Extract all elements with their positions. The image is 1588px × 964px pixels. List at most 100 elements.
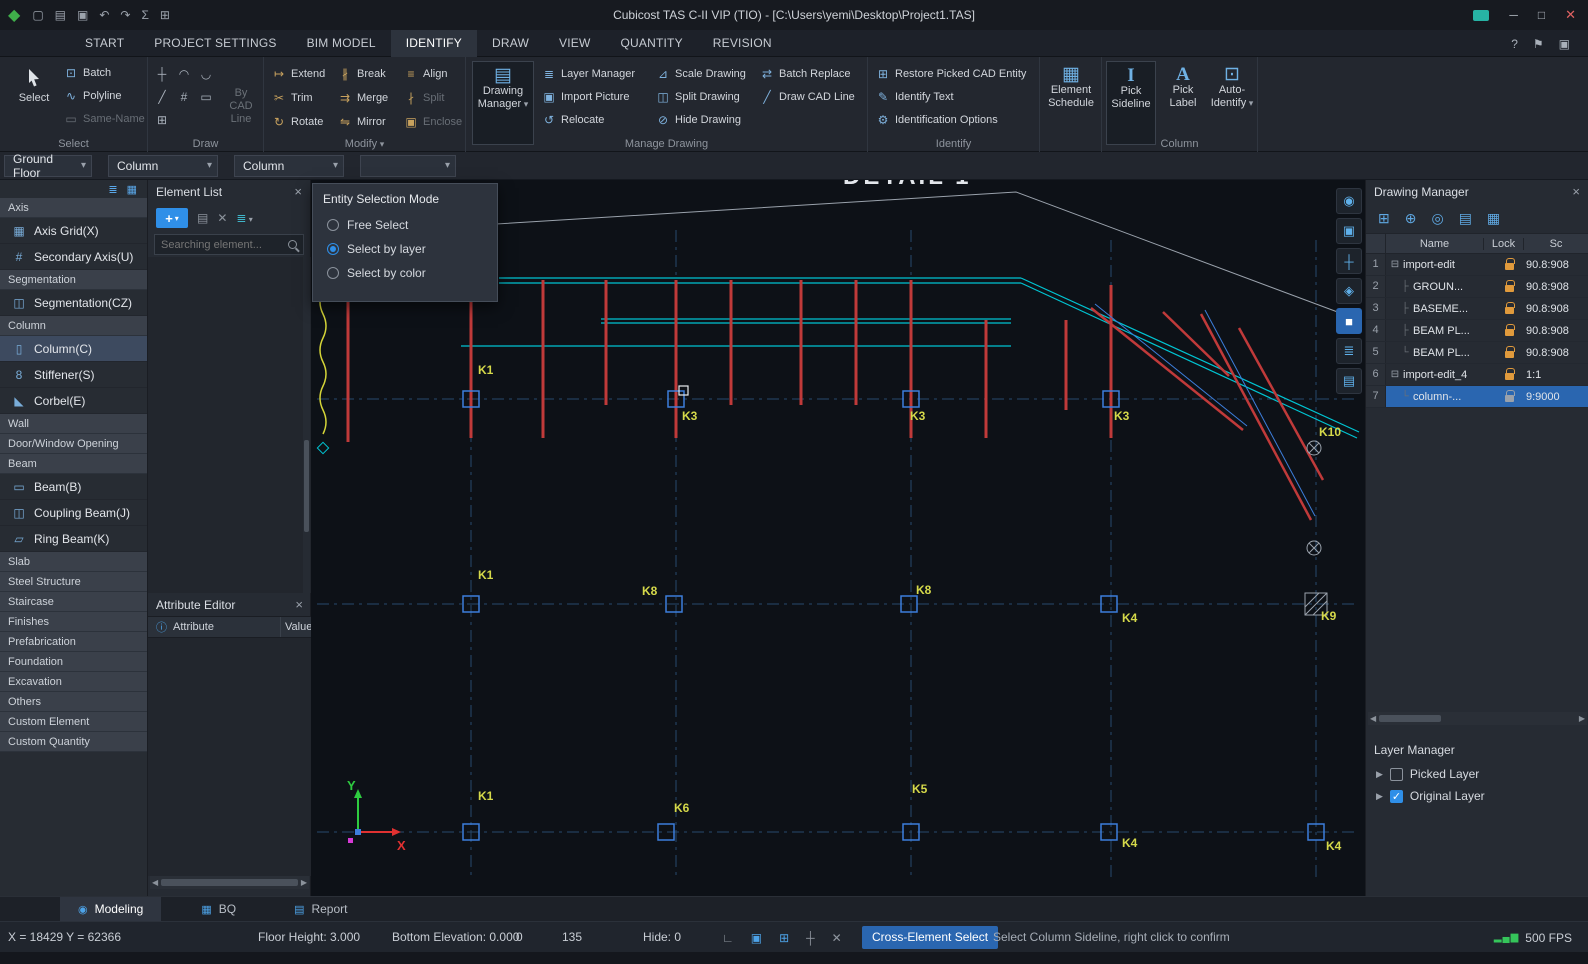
feedback-chat-icon[interactable]: [1473, 10, 1489, 21]
preview-eye-icon[interactable]: ◉: [1336, 188, 1362, 214]
lock-icon[interactable]: [1492, 304, 1526, 314]
context-dropdown[interactable]: Ground Floor: [4, 155, 92, 177]
selection-mode-option[interactable]: Select by color: [313, 261, 497, 285]
ribbon-tab[interactable]: REVISION: [698, 30, 787, 57]
rename-icon[interactable]: ▤: [1459, 210, 1472, 227]
workspace-tab[interactable]: ▤ Report: [276, 897, 365, 921]
manage-icon[interactable]: ▦: [1487, 210, 1500, 227]
sidebar-item[interactable]: # Secondary Axis(U): [0, 244, 147, 270]
expand-arrow-icon[interactable]: ▶: [1376, 769, 1383, 780]
select-button[interactable]: Select: [8, 61, 60, 131]
tree-expander-icon[interactable]: └: [1399, 391, 1411, 402]
redo-icon[interactable]: ↷: [120, 8, 130, 22]
drawing-row[interactable]: 7 └ column-... 9:9000: [1366, 386, 1588, 408]
tree-expander-icon[interactable]: └: [1399, 347, 1411, 358]
scroll-left-icon[interactable]: ◀: [1370, 714, 1376, 723]
drawing-row[interactable]: 4 ├ BEAM PL... 90.8:908: [1366, 320, 1588, 342]
layer-item[interactable]: ▶ Picked Layer: [1366, 763, 1588, 785]
close-icon[interactable]: ×: [1572, 184, 1580, 199]
group-label[interactable]: Modify: [264, 138, 465, 150]
sidebar-item[interactable]: ▯ Column(C): [0, 336, 147, 362]
context-dropdown[interactable]: [360, 155, 456, 177]
scroll-right-icon[interactable]: ▶: [1579, 714, 1585, 723]
layer-checkbox[interactable]: [1390, 790, 1403, 803]
ribbon-tab[interactable]: BIM MODEL: [292, 30, 391, 57]
draw-arc-icon[interactable]: ◠: [178, 67, 190, 81]
identify-tool-button[interactable]: ⚙ Identification Options: [876, 108, 1026, 131]
modify-tool-button[interactable]: ▣ Enclose: [404, 110, 466, 133]
sidebar-item[interactable]: Axis: [0, 198, 147, 218]
drawing-row[interactable]: 5 └ BEAM PL... 90.8:908: [1366, 342, 1588, 364]
sidebar-item[interactable]: Custom Quantity: [0, 732, 147, 752]
identify-tool-button[interactable]: ✎ Identify Text: [876, 85, 1026, 108]
sidebar-item[interactable]: Others: [0, 692, 147, 712]
sidebar-item[interactable]: Slab: [0, 552, 147, 572]
modify-tool-button[interactable]: ↦ Extend: [272, 62, 338, 85]
maximize-button[interactable]: □: [1538, 8, 1545, 22]
tile-view-icon[interactable]: ▦: [127, 183, 137, 196]
scrollbar-thumb[interactable]: [304, 440, 309, 532]
sidebar-item[interactable]: 8 Stiffener(S): [0, 362, 147, 388]
minimize-button[interactable]: ─: [1509, 8, 1518, 22]
drawing-row[interactable]: 2 ├ GROUN... 90.8:908: [1366, 276, 1588, 298]
sidebar-item[interactable]: Custom Element: [0, 712, 147, 732]
scrollbar-thumb[interactable]: [161, 879, 298, 886]
drawing-sheet-icon[interactable]: ▤: [1336, 368, 1362, 394]
undo-icon[interactable]: ↶: [99, 8, 109, 22]
context-dropdown[interactable]: Column: [108, 155, 218, 177]
draw-line-icon[interactable]: ╱: [156, 90, 168, 104]
search-input[interactable]: [161, 239, 284, 251]
sidebar-item[interactable]: ◫ Segmentation(CZ): [0, 290, 147, 316]
ribbon-flag-icon[interactable]: ⚑: [1533, 37, 1544, 51]
pick-label-button[interactable]: A Pick Label: [1160, 61, 1206, 145]
manage-tool-button[interactable]: ≣ Layer Manager: [542, 62, 635, 85]
manage-tool-button[interactable]: ▣ Import Picture: [542, 85, 635, 108]
layer-filter-icon[interactable]: ≣: [236, 211, 252, 225]
ribbon-tab[interactable]: IDENTIFY: [391, 30, 477, 57]
layer-item[interactable]: ▶ Original Layer: [1366, 785, 1588, 807]
new-file-icon[interactable]: ▢: [32, 8, 43, 22]
sidebar-item[interactable]: Foundation: [0, 652, 147, 672]
image-capture-icon[interactable]: ▣: [1336, 218, 1362, 244]
drawing-row[interactable]: 6 ⊟ import-edit_4 1:1: [1366, 364, 1588, 386]
lock-icon[interactable]: [1492, 348, 1526, 358]
drawing-row[interactable]: 3 ├ BASEME... 90.8:908: [1366, 298, 1588, 320]
lock-icon[interactable]: [1492, 282, 1526, 292]
ribbon-tab[interactable]: QUANTITY: [606, 30, 698, 57]
draw-spline-icon[interactable]: ◡: [200, 67, 212, 81]
identify-tool-button[interactable]: ⊞ Restore Picked CAD Entity: [876, 62, 1026, 85]
modify-tool-button[interactable]: ↻ Rotate: [272, 110, 338, 133]
context-dropdown[interactable]: Column: [234, 155, 344, 177]
zoom-extent-icon[interactable]: ◎: [1431, 210, 1443, 227]
auto-identify-button[interactable]: ⊡ Auto-Identify: [1208, 61, 1256, 145]
lock-icon[interactable]: [1492, 326, 1526, 336]
manage-tool-button[interactable]: ◫ Split Drawing: [656, 85, 746, 108]
expand-arrow-icon[interactable]: ▶: [1376, 791, 1383, 802]
sidebar-item[interactable]: Wall: [0, 414, 147, 434]
manage-tool-button[interactable]: ⊘ Hide Drawing: [656, 108, 746, 131]
help-icon[interactable]: ?: [1511, 37, 1518, 51]
panel-horizontal-scrollbar[interactable]: ◀ ▶: [1368, 712, 1587, 725]
open-folder-icon[interactable]: ▤: [55, 8, 66, 22]
close-icon[interactable]: ×: [294, 184, 302, 199]
ortho-icon[interactable]: ∟: [722, 931, 734, 945]
manage-tool-button[interactable]: ⊿ Scale Drawing: [656, 62, 746, 85]
sidebar-item[interactable]: ▦ Axis Grid(X): [0, 218, 147, 244]
selection-mode-option[interactable]: Select by layer: [313, 237, 497, 261]
dynamic-input-icon[interactable]: ⊞: [779, 931, 789, 945]
drawing-row[interactable]: 1 ⊟ import-edit 90.8:908: [1366, 254, 1588, 276]
scroll-right-icon[interactable]: ▶: [301, 878, 307, 887]
modify-tool-button[interactable]: ∦ Break: [338, 62, 404, 85]
draw-rect-icon[interactable]: ▭: [200, 90, 212, 104]
draw-grid-icon[interactable]: ⊞: [156, 113, 168, 127]
add-element-button[interactable]: +: [156, 208, 188, 228]
lock-icon[interactable]: [1492, 370, 1526, 380]
modify-tool-button[interactable]: ∤ Split: [404, 86, 466, 109]
table-icon[interactable]: ⊞: [160, 8, 170, 22]
sidebar-item[interactable]: Excavation: [0, 672, 147, 692]
modify-tool-button[interactable]: ⇋ Mirror: [338, 110, 404, 133]
orbit-icon[interactable]: ◈: [1336, 278, 1362, 304]
lock-icon[interactable]: [1492, 392, 1526, 402]
tree-expander-icon[interactable]: ⊟: [1389, 259, 1401, 270]
sidebar-item[interactable]: Steel Structure: [0, 572, 147, 592]
